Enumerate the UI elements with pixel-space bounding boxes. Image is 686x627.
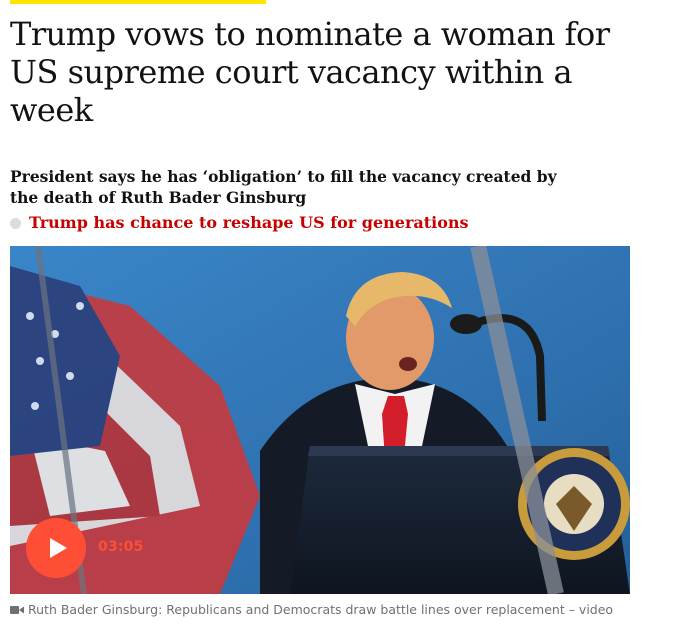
related-article-link[interactable]: Trump has chance to reshape US for gener…: [29, 212, 469, 234]
play-button[interactable]: [26, 518, 86, 578]
standfirst: President says he has ‘obligation’ to fi…: [10, 167, 557, 207]
video-caption: Ruth Bader Ginsburg: Republicans and Dem…: [10, 601, 670, 619]
related-link-row[interactable]: Trump has chance to reshape US for gener…: [10, 212, 469, 234]
caption-text: Ruth Bader Ginsburg: Republicans and Dem…: [28, 602, 614, 617]
top-accent-bar: [10, 0, 266, 4]
bullet-dot-icon: [10, 217, 21, 229]
headline: Trump vows to nominate a woman for US su…: [10, 15, 610, 129]
video-player[interactable]: 03:05: [10, 246, 630, 594]
video-duration: 03:05: [98, 539, 144, 555]
video-camera-icon: [10, 606, 24, 614]
play-icon: [49, 538, 67, 558]
